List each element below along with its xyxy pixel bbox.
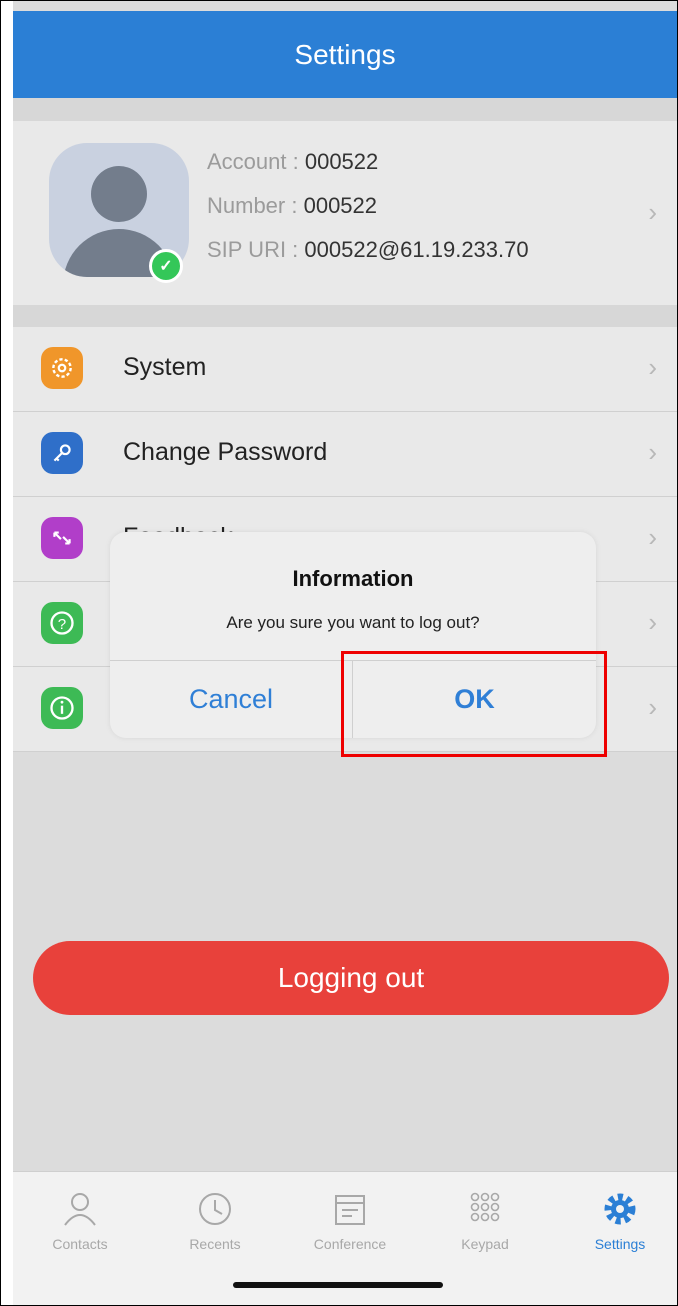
logout-button[interactable]: Logging out [33,941,669,1015]
chevron-right-icon: › [648,197,657,227]
number-line: Number : 000522 [207,193,377,219]
help-icon: ? [41,602,83,644]
calendar-icon [295,1186,405,1232]
tab-label: Settings [594,1236,646,1252]
sip-uri-line: SIP URI : 000522@61.19.233.70 [207,237,529,263]
page-title: Settings [294,38,396,70]
cancel-button[interactable]: Cancel [110,661,352,738]
nav-header: Settings [13,11,677,98]
chevron-right-icon: › [648,437,657,467]
dialog-message: Are you sure you want to log out? [226,613,480,632]
avatar-head-shape [91,166,147,222]
dialog-title: Information [292,566,414,591]
tab-label: Keypad [461,1236,509,1252]
highlight-box [341,651,607,757]
keypad-icon [430,1186,540,1232]
tab-recents[interactable]: Recents [160,1186,270,1252]
menu-item-system[interactable]: System › [13,327,677,412]
tab-label: Conference [313,1236,387,1252]
account-value: 000522 [304,149,379,174]
expand-arrows-icon [41,517,83,559]
menu-item-change-password[interactable]: Change Password › [13,412,677,497]
tab-keypad[interactable]: Keypad [430,1186,540,1252]
person-icon [25,1186,135,1232]
tab-contacts[interactable]: Contacts [25,1186,135,1252]
account-label: Account : [207,149,305,174]
section-gap [13,305,677,327]
chevron-right-icon: › [648,352,657,382]
clock-icon [160,1186,270,1232]
gear-icon [565,1186,675,1232]
menu-item-label: Change Password [123,438,328,466]
sip-uri-value: 000522@61.19.233.70 [304,237,529,262]
tab-label: Recents [189,1236,241,1252]
chevron-right-icon: › [648,522,657,552]
online-status-icon: ✓ [149,249,183,283]
key-icon [41,432,83,474]
account-line: Account : 000522 [207,149,378,175]
number-label: Number : [207,193,304,218]
svg-text:?: ? [58,616,66,633]
chevron-right-icon: › [648,692,657,722]
info-icon [41,687,83,729]
tab-conference[interactable]: Conference [295,1186,405,1252]
left-edge [1,1,13,1305]
menu-item-label: System [123,353,207,381]
app-screen: Settings ✓ Account : 000522 Number : 000… [0,0,678,1306]
sip-uri-label: SIP URI : [207,237,305,262]
number-value: 000522 [303,193,378,218]
profile-card[interactable]: ✓ Account : 000522 Number : 000522 SIP U… [13,121,677,305]
home-indicator [233,1282,443,1288]
tab-settings[interactable]: Settings [565,1186,675,1252]
tab-label: Contacts [52,1236,108,1252]
gear-icon [41,347,83,389]
tab-bar: Contacts Recents Conference Keypad Setti… [13,1171,677,1305]
chevron-right-icon: › [648,607,657,637]
section-gap [13,98,677,121]
